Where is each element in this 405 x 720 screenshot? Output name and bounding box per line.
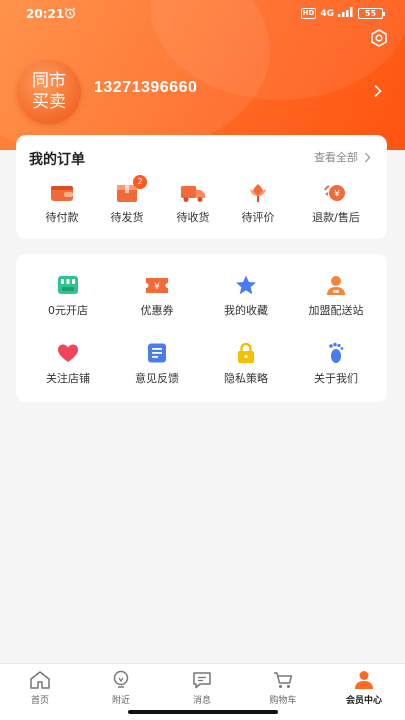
tab-label: 消息 <box>192 696 211 706</box>
tab-label: 会员中心 <box>345 696 382 706</box>
view-all-orders-link[interactable]: 查看全部 <box>314 149 371 165</box>
service-label: 关于我们 <box>314 372 358 385</box>
status-indicators: HD 4G 55 <box>300 7 385 20</box>
tab-home[interactable]: 首页 <box>10 670 70 706</box>
footprint-icon <box>329 342 344 363</box>
chevron-right-icon <box>365 152 371 162</box>
svg-text:¥: ¥ <box>334 190 340 200</box>
hd-badge: HD <box>300 8 317 19</box>
member-icon <box>355 671 373 689</box>
service-open-shop[interactable]: 0元开店 <box>28 274 108 318</box>
service-join-delivery[interactable]: 加盟配送站 <box>296 274 376 318</box>
home-indicator[interactable] <box>128 710 278 714</box>
order-label: 待付款 <box>45 211 79 224</box>
svg-text:¥: ¥ <box>154 282 160 292</box>
tab-messages[interactable]: 消息 <box>172 670 232 706</box>
service-label: 加盟配送站 <box>308 304 364 317</box>
wallet-icon <box>51 186 73 201</box>
tab-nearby[interactable]: 附近 <box>91 670 151 706</box>
lock-icon <box>238 342 254 363</box>
order-pending-shipment[interactable]: 2 待发货 <box>97 175 157 225</box>
service-feedback[interactable]: 意见反馈 <box>117 342 197 386</box>
service-privacy[interactable]: 隐私策略 <box>206 342 286 386</box>
tab-label: 购物车 <box>269 696 297 706</box>
coupon-icon: ¥ <box>146 278 168 293</box>
person-icon <box>327 276 345 295</box>
signal-icon <box>338 7 354 20</box>
service-coupons[interactable]: ¥ 优惠券 <box>117 274 197 318</box>
tab-cart[interactable]: 购物车 <box>253 670 313 706</box>
orders-card: 我的订单 查看全部 待付款 2 待发货 待收货 待评价 ¥ 退款/售后 <box>16 135 387 239</box>
order-refund-aftersale[interactable]: ¥ 退款/售后 <box>300 181 372 225</box>
status-bar: 20:21 HD 4G 55 <box>0 6 405 24</box>
services-card: 0元开店 ¥ 优惠券 我的收藏 加盟配送站 关注店铺 意见反馈 隐私策略 关于我… <box>16 254 387 402</box>
avatar-text-line1: 同市 <box>32 71 66 91</box>
service-label: 意见反馈 <box>135 372 179 385</box>
order-pending-review[interactable]: 待评价 <box>228 181 288 225</box>
service-label: 关注店铺 <box>46 372 90 385</box>
home-icon <box>30 671 50 689</box>
order-label: 待评价 <box>241 211 275 224</box>
nearby-icon <box>113 670 129 688</box>
service-label: 0元开店 <box>48 304 88 317</box>
order-label: 待收货 <box>176 211 210 224</box>
orders-title: 我的订单 <box>29 152 85 168</box>
service-label: 优惠券 <box>140 304 174 317</box>
service-about-us[interactable]: 关于我们 <box>296 342 376 386</box>
avatar[interactable]: 同市 买卖 <box>17 60 81 124</box>
profile-header: 20:21 HD 4G 55 同市 买卖 13271396660 <box>0 0 405 150</box>
order-label: 退款/售后 <box>312 211 360 224</box>
view-all-label: 查看全部 <box>314 151 358 164</box>
status-time: 20:21 <box>26 7 65 21</box>
service-label: 我的收藏 <box>224 304 268 317</box>
avatar-text-line2: 买卖 <box>32 92 66 112</box>
order-pending-receipt[interactable]: 待收货 <box>163 181 223 225</box>
service-followed-shops[interactable]: 关注店铺 <box>28 342 108 386</box>
feedback-icon <box>148 343 166 363</box>
message-icon <box>193 672 211 689</box>
service-favorites[interactable]: 我的收藏 <box>206 274 286 318</box>
settings-icon[interactable] <box>369 28 389 48</box>
tab-member-center[interactable]: 会员中心 <box>334 670 394 706</box>
network-type: 4G <box>320 8 334 19</box>
battery-icon: 55 <box>358 8 385 19</box>
tab-label: 附近 <box>111 696 130 706</box>
order-label: 待发货 <box>110 211 144 224</box>
order-pending-payment[interactable]: 待付款 <box>32 181 92 225</box>
cart-icon <box>274 672 293 688</box>
service-label: 隐私策略 <box>224 372 268 385</box>
user-phone[interactable]: 13271396660 <box>94 79 197 97</box>
tab-label: 首页 <box>30 696 49 706</box>
flower-review-icon <box>250 184 266 202</box>
alarm-icon <box>64 7 76 22</box>
star-icon <box>236 275 256 295</box>
chevron-right-icon[interactable] <box>373 83 383 98</box>
truck-icon <box>181 186 205 202</box>
refund-icon: ¥ <box>324 185 345 201</box>
shop-icon <box>58 276 78 294</box>
heart-icon <box>58 344 78 362</box>
order-count-badge: 2 <box>133 175 147 189</box>
